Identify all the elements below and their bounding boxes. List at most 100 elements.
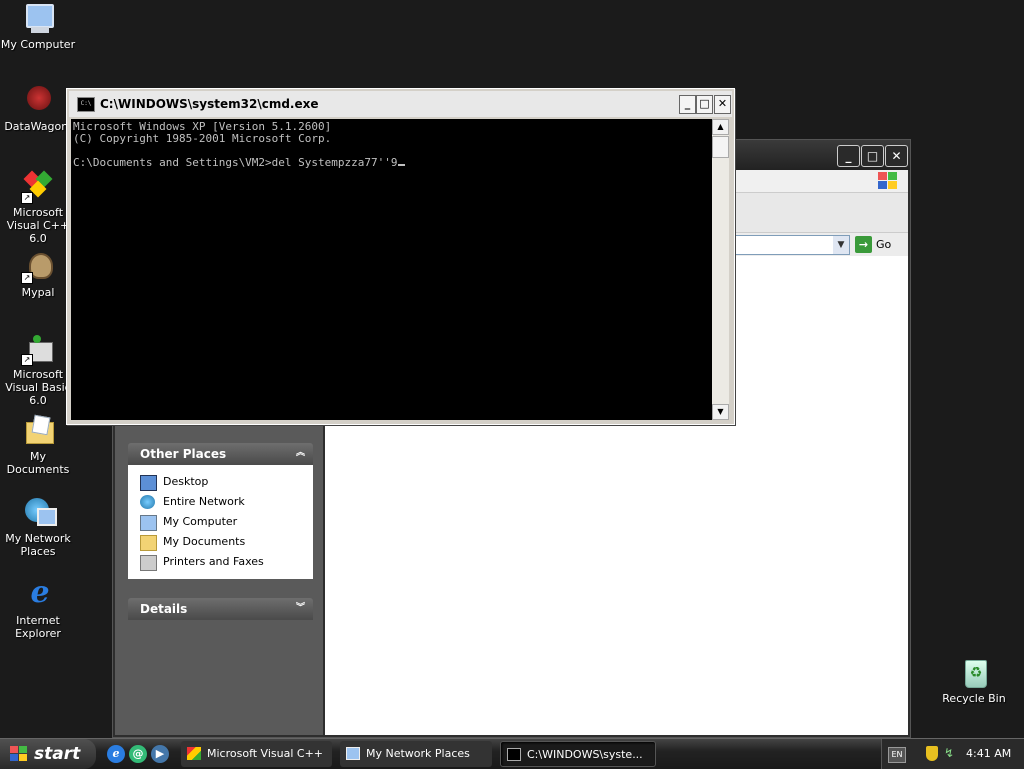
go-label: Go <box>876 238 892 251</box>
globe-icon <box>140 495 155 509</box>
other-places-panel: Other Places ︽ Desktop Entire Network My… <box>128 443 313 579</box>
other-places-header[interactable]: Other Places ︽ <box>128 443 313 465</box>
minimize-button[interactable]: _ <box>837 145 860 167</box>
desktop-icon-mypal[interactable]: ↗ Mypal <box>0 250 76 299</box>
command-prompt-icon: C:\ <box>77 97 95 112</box>
console-prompt-line: C:\Documents and Settings\VM2>del System… <box>73 157 712 169</box>
place-entire-network[interactable]: Entire Network <box>140 492 313 512</box>
menu-bar <box>733 170 908 192</box>
start-label: start <box>34 744 81 764</box>
system-tray: EN ↯ 4:41 AM <box>881 739 1024 769</box>
cmd-window[interactable]: C:\ C:\WINDOWS\system32\cmd.exe _ □ ✕ Mi… <box>66 88 735 425</box>
cmd-title: C:\WINDOWS\system32\cmd.exe <box>100 97 319 111</box>
shortcut-arrow-icon: ↗ <box>21 272 33 284</box>
network-status-icon[interactable]: ↯ <box>944 746 956 760</box>
address-input[interactable]: ▼ <box>733 235 850 255</box>
scroll-down-arrow-icon[interactable]: ▼ <box>712 404 729 420</box>
details-header[interactable]: Details ︾ <box>128 598 313 620</box>
windows-flag-icon <box>878 172 898 190</box>
chevron-down-icon[interactable]: ▼ <box>833 236 849 254</box>
shortcut-arrow-icon: ↗ <box>21 192 33 204</box>
desktop-icon-label: Recycle Bin <box>942 692 1006 705</box>
my-documents-icon <box>21 414 55 448</box>
visual-basic-icon: ↗ <box>21 332 55 366</box>
place-printers-faxes[interactable]: Printers and Faxes <box>140 552 313 572</box>
desktop-icon-my-documents[interactable]: My Documents <box>0 414 76 476</box>
clock[interactable]: 4:41 AM <box>966 739 1011 769</box>
console-line: (C) Copyright 1985-2001 Microsoft Corp. <box>73 132 332 145</box>
visual-cpp-icon: ↗ <box>21 170 55 204</box>
place-label: Printers and Faxes <box>163 555 264 568</box>
desktop-icon-label: My Computer <box>0 38 76 51</box>
place-label: Entire Network <box>163 495 245 508</box>
desktop-icon-label: My Network Places <box>5 532 71 558</box>
computer-icon <box>140 515 157 531</box>
scroll-up-arrow-icon[interactable]: ▲ <box>712 119 729 135</box>
other-places-list: Desktop Entire Network My Computer My Do… <box>128 465 313 579</box>
desktop-icon-label: Mypal <box>21 286 55 299</box>
desktop-icon-label: Microsoft Visual Basic 6.0 <box>5 368 71 407</box>
desktop-icon-label: DataWagon. <box>4 120 72 133</box>
go-button[interactable]: → Go <box>855 235 907 254</box>
printer-icon <box>140 555 157 571</box>
security-shield-icon[interactable] <box>926 746 938 761</box>
details-panel: Details ︾ <box>128 598 313 620</box>
windows-flag-icon <box>10 746 28 762</box>
desktop-icon-visual-cpp[interactable]: ↗ Microsoft Visual C++ 6.0 <box>0 170 76 245</box>
place-my-computer[interactable]: My Computer <box>140 512 313 532</box>
quicklaunch-media-player-icon[interactable]: ▶ <box>151 745 169 763</box>
cmd-titlebar[interactable]: C:\ C:\WINDOWS\system32\cmd.exe _ □ ✕ <box>69 91 732 117</box>
place-label: My Computer <box>163 515 238 528</box>
other-places-title: Other Places <box>140 447 227 461</box>
toolbar <box>733 192 908 233</box>
task-cmd[interactable]: C:\WINDOWS\syste... <box>500 741 656 767</box>
minimize-button[interactable]: _ <box>679 95 696 114</box>
go-arrow-icon: → <box>855 236 872 253</box>
quicklaunch-internet-explorer-icon[interactable]: e <box>107 745 125 763</box>
place-desktop[interactable]: Desktop <box>140 472 313 492</box>
desktop-icon-my-computer[interactable]: My Computer <box>0 2 76 51</box>
desktop-icon-visual-basic[interactable]: ↗ Microsoft Visual Basic 6.0 <box>0 332 76 407</box>
console-output[interactable]: Microsoft Windows XP [Version 5.1.2600](… <box>71 119 712 420</box>
task-visual-cpp[interactable]: Microsoft Visual C++ <box>181 741 332 767</box>
quicklaunch-messenger-icon[interactable]: @ <box>129 745 147 763</box>
desktop-icon-label: Microsoft Visual C++ 6.0 <box>6 206 70 245</box>
internet-explorer-icon: e <box>30 575 50 610</box>
text-cursor <box>397 164 405 166</box>
task-label: Microsoft Visual C++ <box>207 747 324 760</box>
command-prompt-icon <box>507 748 521 761</box>
scrollbar-thumb[interactable] <box>712 136 729 158</box>
language-indicator[interactable]: EN <box>888 747 906 763</box>
desktop-icon-label: My Documents <box>6 450 70 476</box>
desktop-icon <box>140 475 157 491</box>
place-my-documents[interactable]: My Documents <box>140 532 313 552</box>
network-places-icon <box>346 747 360 760</box>
maximize-button[interactable]: □ <box>696 95 713 114</box>
datawagon-icon <box>21 84 55 118</box>
place-label: Desktop <box>163 475 209 488</box>
taskbar: start e @ ▶ Microsoft Visual C++ My Netw… <box>0 738 1024 769</box>
my-computer-icon <box>21 2 55 36</box>
close-button[interactable]: ✕ <box>714 95 731 114</box>
close-button[interactable]: ✕ <box>885 145 908 167</box>
task-my-network-places[interactable]: My Network Places <box>340 741 492 767</box>
vertical-scrollbar[interactable]: ▲ ▼ <box>712 119 729 420</box>
desktop-icon-datawagon[interactable]: DataWagon. <box>0 84 76 133</box>
recycle-bin-icon: ♻ <box>957 656 991 690</box>
desktop-icon-label: Internet Explorer <box>15 614 61 640</box>
shortcut-arrow-icon: ↗ <box>21 354 33 366</box>
desktop-icon-my-network-places[interactable]: My Network Places <box>0 496 76 558</box>
task-label: C:\WINDOWS\syste... <box>527 748 643 761</box>
network-places-icon <box>21 496 57 530</box>
desktop-icon-internet-explorer[interactable]: e Internet Explorer <box>0 575 76 641</box>
desktop-icon-recycle-bin[interactable]: ♻ Recycle Bin <box>936 656 1012 705</box>
maximize-button[interactable]: □ <box>861 145 884 167</box>
expand-chevron-icon[interactable]: ︾ <box>294 602 307 615</box>
start-button[interactable]: start <box>0 739 96 769</box>
place-label: My Documents <box>163 535 246 548</box>
collapse-chevron-icon[interactable]: ︽ <box>294 447 307 460</box>
folder-icon <box>140 535 157 551</box>
visual-cpp-icon <box>187 747 201 760</box>
details-title: Details <box>140 602 188 616</box>
console-command: C:\Documents and Settings\VM2>del System… <box>73 156 398 169</box>
